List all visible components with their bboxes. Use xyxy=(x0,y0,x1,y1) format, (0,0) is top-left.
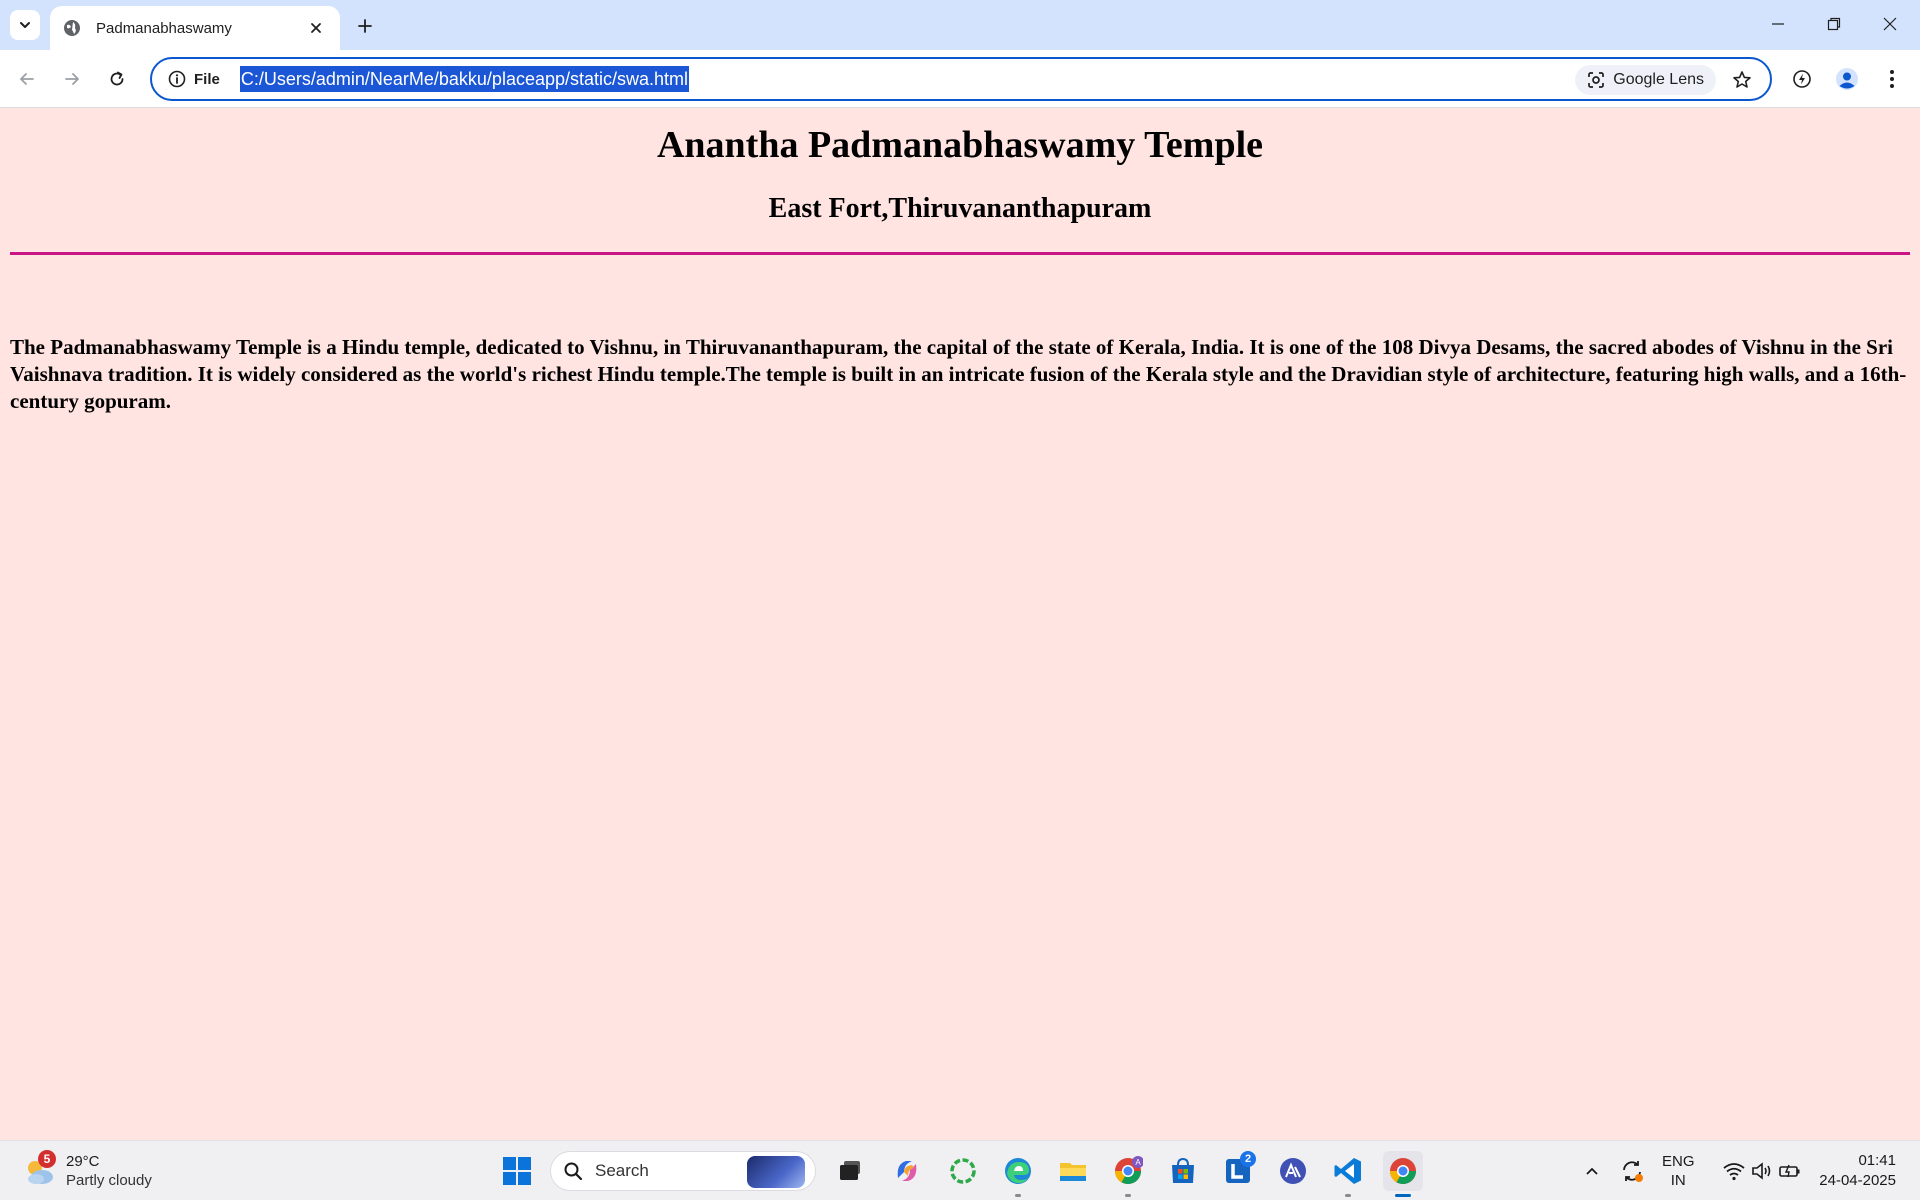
arrow-left-icon xyxy=(20,73,34,85)
close-window-button[interactable] xyxy=(1862,0,1918,48)
weather-temperature: 29°C xyxy=(66,1153,100,1170)
profile-button[interactable] xyxy=(1830,62,1864,96)
site-chip-label: File xyxy=(194,70,220,88)
forward-button[interactable] xyxy=(55,62,89,96)
search-label: Search xyxy=(595,1161,649,1180)
wifi-icon xyxy=(1723,1163,1745,1181)
language-code: ENG xyxy=(1662,1153,1695,1170)
quick-settings-button[interactable] xyxy=(1707,1151,1817,1191)
tab-strip: Padmanabhaswamy xyxy=(0,0,1920,50)
globe-icon xyxy=(62,18,82,38)
google-lens-button[interactable]: Google Lens xyxy=(1575,65,1716,95)
todo-app-icon[interactable]: 2 xyxy=(1218,1151,1258,1191)
restore-icon xyxy=(1827,17,1841,31)
new-tab-button[interactable] xyxy=(350,11,380,41)
menu-button[interactable] xyxy=(1875,62,1909,96)
chevron-up-icon xyxy=(1586,1167,1598,1175)
store-icon[interactable] xyxy=(1163,1151,1203,1191)
restore-button[interactable] xyxy=(1806,0,1862,48)
partly-cloudy-icon: 5 xyxy=(22,1150,56,1188)
taskbar: 5 29°C Partly cloudy Search A 2 ENG IN 0… xyxy=(0,1140,1920,1200)
copilot-icon[interactable] xyxy=(887,1151,927,1191)
camera-lens-icon xyxy=(1588,72,1605,88)
weather-alert-badge: 5 xyxy=(38,1150,56,1168)
svg-text:A: A xyxy=(1135,1158,1141,1167)
active-indicator xyxy=(1395,1194,1411,1197)
running-indicator xyxy=(1125,1194,1131,1197)
browser-tab-active[interactable]: Padmanabhaswamy xyxy=(50,6,340,50)
code-assistant-icon[interactable] xyxy=(1273,1151,1313,1191)
todo-badge: 2 xyxy=(1240,1151,1256,1167)
star-icon xyxy=(1733,71,1751,88)
vscode-icon[interactable] xyxy=(1328,1151,1368,1197)
search-icon xyxy=(564,1162,583,1181)
arrow-right-icon xyxy=(65,73,79,85)
loading-app-icon[interactable] xyxy=(943,1151,983,1191)
weather-condition: Partly cloudy xyxy=(66,1172,152,1189)
language-region: IN xyxy=(1670,1172,1686,1189)
search-highlight-image xyxy=(747,1156,805,1188)
reload-icon xyxy=(110,71,124,86)
chrome-active-icon[interactable] xyxy=(1383,1151,1423,1197)
close-icon[interactable] xyxy=(304,16,328,40)
url-text[interactable]: C:/Users/admin/NearMe/bakku/placeapp/sta… xyxy=(239,66,690,92)
tab-search-button[interactable] xyxy=(10,10,40,40)
bookmark-button[interactable] xyxy=(1728,66,1756,94)
clock-date: 24-04-2025 xyxy=(1819,1172,1896,1189)
volume-icon xyxy=(1752,1162,1771,1180)
site-info-chip[interactable]: File xyxy=(162,64,226,94)
running-indicator xyxy=(1015,1194,1021,1197)
minimize-button[interactable] xyxy=(1750,0,1806,48)
clock-time: 01:41 xyxy=(1858,1152,1896,1169)
battery-icon xyxy=(1779,1164,1800,1178)
language-indicator[interactable]: ENG IN xyxy=(1662,1152,1695,1190)
tab-title: Padmanabhaswamy xyxy=(96,19,232,37)
plus-icon xyxy=(358,19,372,33)
address-bar[interactable]: File C:/Users/admin/NearMe/bakku/placeap… xyxy=(150,57,1772,101)
info-icon xyxy=(168,70,186,88)
close-icon xyxy=(1883,17,1897,31)
page-subtitle: East Fort,Thiruvananthapuram xyxy=(768,193,1152,224)
show-hidden-icons-button[interactable] xyxy=(1572,1151,1612,1191)
web-page: Anantha Padmanabhaswamy Temple East Fort… xyxy=(0,108,1920,1140)
performance-button[interactable] xyxy=(1785,62,1819,96)
person-icon xyxy=(1836,68,1858,90)
weather-widget[interactable]: 5 29°C Partly cloudy xyxy=(22,1149,172,1193)
windows-logo-icon xyxy=(503,1157,531,1185)
edge-browser-icon[interactable] xyxy=(998,1151,1038,1197)
reload-button[interactable] xyxy=(100,62,134,96)
file-explorer-icon[interactable] xyxy=(1053,1151,1093,1191)
google-lens-label: Google Lens xyxy=(1613,71,1704,88)
back-button[interactable] xyxy=(10,62,44,96)
kebab-menu-icon xyxy=(1890,70,1894,88)
minimize-icon xyxy=(1772,23,1784,25)
divider xyxy=(10,252,1910,255)
sync-icon[interactable] xyxy=(1612,1151,1652,1191)
clock[interactable]: 01:41 24-04-2025 xyxy=(1819,1151,1896,1191)
running-indicator xyxy=(1345,1194,1351,1197)
browser-toolbar: File C:/Users/admin/NearMe/bakku/placeap… xyxy=(0,50,1920,108)
temple-description: The Padmanabhaswamy Temple is a Hindu te… xyxy=(10,335,1907,413)
page-title: Anantha Padmanabhaswamy Temple xyxy=(656,124,1264,166)
taskbar-search[interactable]: Search xyxy=(550,1151,816,1191)
chevron-down-icon xyxy=(20,22,30,28)
lightning-icon xyxy=(1793,70,1811,88)
start-button[interactable] xyxy=(497,1151,537,1191)
chrome-profile-icon[interactable]: A xyxy=(1108,1151,1148,1197)
task-view-icon[interactable] xyxy=(830,1151,870,1191)
